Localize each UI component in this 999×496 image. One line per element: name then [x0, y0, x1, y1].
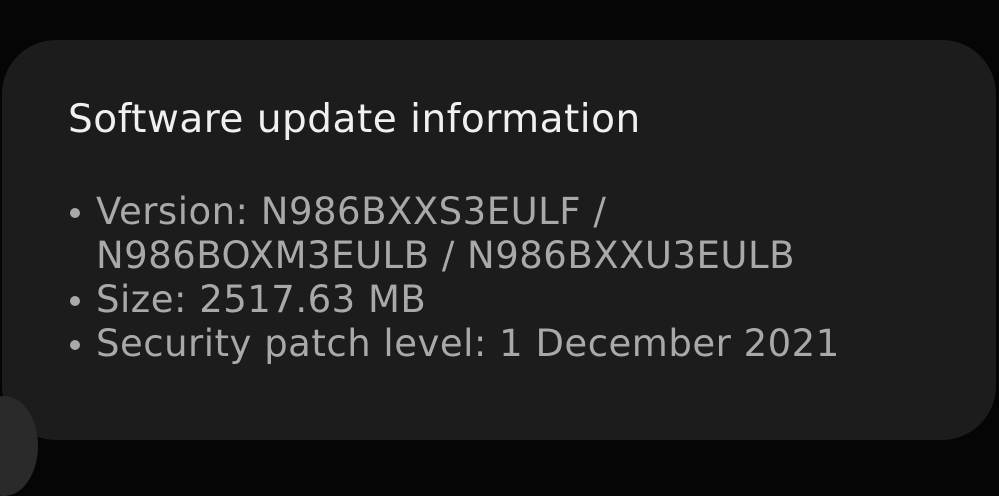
version-value-line-1: N986BXXS3EULF /: [260, 190, 607, 233]
security-patch-value: 1 December 2021: [499, 322, 840, 365]
update-info-list: Version: N986BXXS3EULF / N986BOXM3EULB /…: [64, 190, 944, 366]
card-title: Software update information: [68, 97, 641, 142]
size-label: Size:: [96, 278, 187, 321]
size-item: Size: 2517.63 MB: [64, 278, 944, 322]
bullet-icon: [70, 296, 80, 306]
security-patch-item: Security patch level: 1 December 2021: [64, 322, 944, 366]
version-label: Version:: [96, 190, 249, 233]
version-line-1: Version: N986BXXS3EULF /: [96, 190, 944, 234]
bullet-icon: [70, 340, 80, 350]
version-value-line-2: N986BOXM3EULB / N986BXXU3EULB: [96, 234, 795, 277]
version-item: Version: N986BXXS3EULF / N986BOXM3EULB /…: [64, 190, 944, 278]
bullet-icon: [70, 208, 80, 218]
size-value: 2517.63 MB: [199, 278, 427, 321]
security-patch-label: Security patch level:: [96, 322, 487, 365]
